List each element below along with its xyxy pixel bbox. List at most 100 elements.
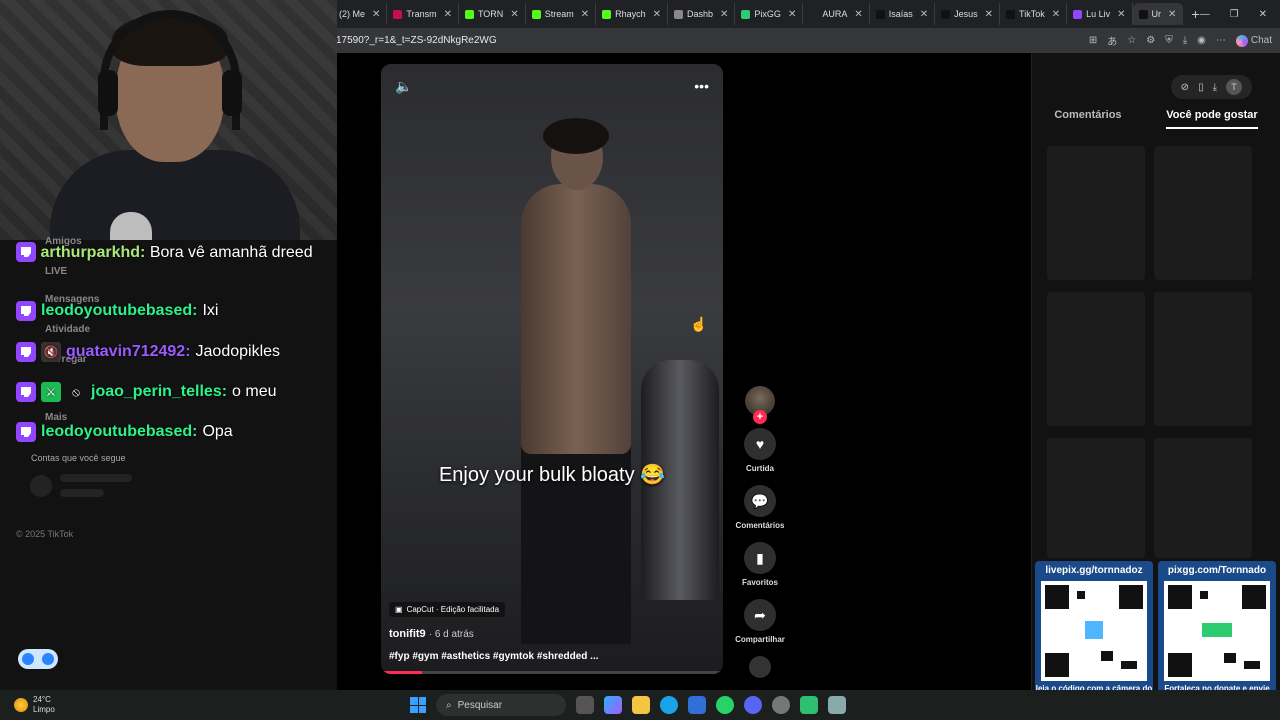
address-bar[interactable]: 17590?_r=1&_t=ZS-92dNkgRe2WG ⊞ あ ☆ ⚙ ⛨ ⤓…: [320, 28, 1280, 53]
store-icon[interactable]: [688, 696, 706, 714]
app-icon[interactable]: [800, 696, 818, 714]
phone-icon[interactable]: ▯: [1198, 82, 1204, 93]
author-avatar[interactable]: +: [745, 386, 775, 424]
tab-close-icon[interactable]: ✕: [372, 9, 380, 20]
suggested-video-tile[interactable]: [1154, 438, 1252, 558]
new-tab-button[interactable]: +: [1191, 6, 1199, 22]
browser-tab[interactable]: TikTok ✕: [1000, 3, 1068, 25]
video-hashtags[interactable]: #fyp #gym #asthetics #gymtok #shredded .…: [389, 651, 599, 662]
maximize-icon[interactable]: ❐: [1230, 9, 1239, 20]
chat-username: joao_perin_telles: [91, 383, 222, 400]
browser-tab[interactable]: Ur ✕: [1132, 3, 1184, 25]
tab-suggested[interactable]: Você pode gostar: [1166, 109, 1258, 129]
extension-icon[interactable]: ⚙: [1146, 35, 1155, 46]
video-player[interactable]: 🔈 ••• Enjoy your bulk bloaty 😂 ▣ CapCut …: [381, 64, 723, 674]
sidebar-item-live[interactable]: LIVE: [45, 266, 67, 277]
video-author[interactable]: tonifit9 · 6 d atrás: [389, 628, 474, 640]
tab-label: TORN: [477, 9, 504, 19]
browser-tab[interactable]: TORN ✕: [459, 3, 526, 25]
site-info-icon[interactable]: ⊞: [1089, 35, 1097, 46]
suggested-video-tile[interactable]: [1047, 146, 1145, 280]
user-avatar[interactable]: T: [1226, 79, 1242, 95]
browser-tab[interactable]: Dashb ✕: [668, 3, 736, 25]
tab-close-icon[interactable]: ✕: [510, 9, 518, 20]
browser-tab[interactable]: Jesus ✕: [935, 3, 1001, 25]
url-text[interactable]: 17590?_r=1&_t=ZS-92dNkgRe2WG: [336, 35, 497, 46]
share-label: Compartilhar: [735, 635, 785, 644]
tab-close-icon[interactable]: ✕: [1168, 9, 1176, 20]
follow-plus-icon[interactable]: +: [753, 410, 767, 424]
compass-icon[interactable]: ⊘: [1181, 82, 1189, 93]
tab-favicon-icon: [1138, 9, 1148, 19]
sidebar-item-atividade[interactable]: Atividade: [45, 324, 90, 335]
browser-tab[interactable]: Rhaych ✕: [596, 3, 669, 25]
more-menu-icon[interactable]: ⋯: [1216, 35, 1226, 46]
share-icon[interactable]: ➦: [743, 599, 776, 631]
tab-close-icon[interactable]: ✕: [920, 9, 928, 20]
tab-close-icon[interactable]: ✕: [653, 9, 661, 20]
floating-dock-button[interactable]: [18, 649, 58, 669]
volume-icon[interactable]: 🔈: [395, 78, 412, 95]
tab-close-icon[interactable]: ✕: [854, 9, 862, 20]
chat-username: leodoyoutubebased: [41, 302, 193, 319]
favorites-action[interactable]: ▮ Favoritos: [742, 542, 778, 587]
tab-close-icon[interactable]: ✕: [1117, 9, 1125, 20]
music-disc-icon[interactable]: [749, 656, 771, 678]
browser-tab[interactable]: Lu Liv ✕: [1067, 3, 1133, 25]
suggested-video-tile[interactable]: [1154, 146, 1252, 280]
tab-close-icon[interactable]: ✕: [1052, 9, 1060, 20]
chat-username: arthurparkhd: [40, 244, 141, 261]
translate-icon[interactable]: あ: [1107, 33, 1117, 48]
favorite-star-icon[interactable]: ☆: [1127, 35, 1136, 46]
weather-widget[interactable]: 24°C Limpo: [0, 695, 55, 715]
task-view-icon[interactable]: [576, 696, 594, 714]
browser-tab[interactable]: Transm ✕: [387, 3, 459, 25]
settings-gear-icon[interactable]: [828, 696, 846, 714]
minimize-icon[interactable]: —: [1200, 9, 1210, 20]
right-panel-toolbar: ⊘ ▯ ⤓ T: [1170, 75, 1252, 99]
copilot-chat-button[interactable]: Chat: [1235, 34, 1272, 47]
shield-icon[interactable]: ⛨: [1165, 35, 1173, 46]
browser-tab[interactable]: PixGG ✕: [735, 3, 804, 25]
video-subject: [491, 118, 661, 644]
file-explorer-icon[interactable]: [632, 696, 650, 714]
tab-favicon-icon: [809, 9, 819, 19]
comments-action[interactable]: 💬 Comentários: [736, 485, 784, 530]
tab-close-icon[interactable]: ✕: [444, 9, 452, 20]
sound-disc[interactable]: [749, 656, 771, 678]
share-action[interactable]: ➦ Compartilhar: [735, 599, 785, 644]
more-options-icon[interactable]: •••: [694, 78, 709, 95]
capcut-badge[interactable]: ▣ CapCut · Edição facilitada: [389, 602, 506, 617]
suggested-video-tile[interactable]: [1047, 438, 1145, 558]
profile-icon[interactable]: ◉: [1197, 35, 1206, 46]
suggested-video-tile[interactable]: [1047, 292, 1145, 426]
post-time: · 6 d atrás: [428, 629, 474, 640]
tab-close-icon[interactable]: ✕: [720, 9, 728, 20]
edge-browser-icon[interactable]: [660, 696, 678, 714]
browser-tab[interactable]: AURA ✕: [803, 3, 870, 25]
temperature: 24°C: [33, 695, 51, 704]
video-progress-bar[interactable]: [381, 671, 723, 674]
whatsapp-icon[interactable]: [716, 696, 734, 714]
like-action[interactable]: ♥ Curtida: [744, 428, 776, 473]
tab-close-icon[interactable]: ✕: [985, 9, 993, 20]
copilot-app-icon[interactable]: [604, 696, 622, 714]
twitch-icon: [16, 342, 36, 362]
download-icon[interactable]: ⤓: [1183, 35, 1187, 46]
browser-tab[interactable]: Stream ✕: [526, 3, 597, 25]
heart-icon[interactable]: ♥: [744, 428, 776, 460]
windows-start-icon[interactable]: [410, 697, 426, 713]
download-icon[interactable]: ⤓: [1213, 82, 1217, 93]
tab-close-icon[interactable]: ✕: [581, 9, 589, 20]
bookmark-icon[interactable]: ▮: [743, 542, 776, 574]
comment-icon[interactable]: 💬: [744, 485, 776, 517]
browser-tab[interactable]: Isaías ✕: [870, 3, 936, 25]
taskbar-search[interactable]: ⌕ Pesquisar: [436, 694, 566, 716]
obs-icon[interactable]: [772, 696, 790, 714]
author-name[interactable]: tonifit9: [389, 628, 426, 640]
tab-close-icon[interactable]: ✕: [788, 9, 796, 20]
close-window-icon[interactable]: ✕: [1259, 9, 1267, 20]
suggested-video-tile[interactable]: [1154, 292, 1252, 426]
tab-comments[interactable]: Comentários: [1054, 109, 1121, 129]
discord-icon[interactable]: [744, 696, 762, 714]
